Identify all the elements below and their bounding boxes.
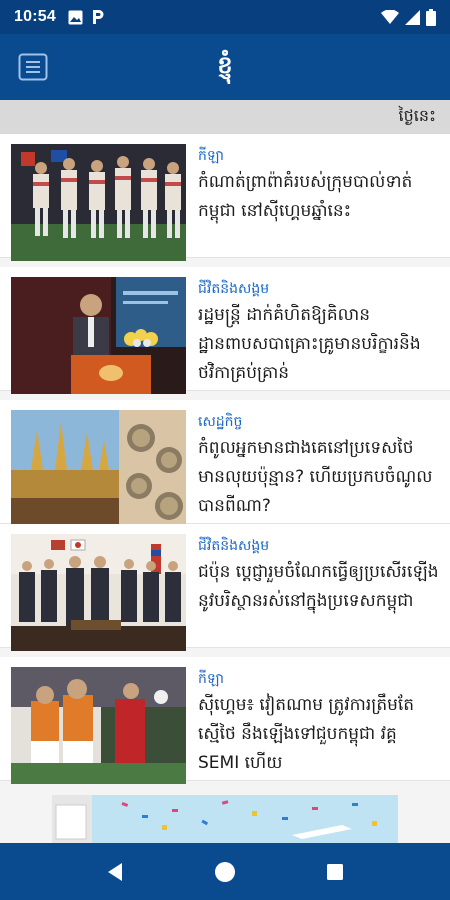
article-category: ជីវិតនិងសង្គម [198,538,270,554]
article-thumbnail [11,667,186,784]
article-thumbnail [11,534,186,651]
article-category: ជីវិតនិងសង្គម [198,281,270,297]
article-card[interactable]: ជីវិតនិងសង្គម ជប៉ុន ប្តេជ្ញារួមចំណែកធ្វើ… [0,524,450,651]
status-right-icons [381,8,436,26]
article-category: កីឡា [198,671,224,687]
article-thumbnail [11,277,186,394]
article-headline[interactable]: ស៊ីហ្គេម៖ វៀតណាម ត្រូវការត្រឹមតែស្មើថៃ ន… [198,691,440,778]
wifi-icon [381,10,399,24]
image-icon [68,10,83,25]
home-icon [215,861,235,882]
parking-icon [91,9,105,25]
article-thumbnail [11,144,186,261]
article-card[interactable]: កីឡា ស៊ីហ្គេម៖ វៀតណាម ត្រូវការត្រឹមតែស្ម… [0,657,450,784]
date-label: ថ្ងៃនេះ [398,106,437,125]
recents-icon [327,863,343,880]
article-thumbnail [11,410,186,527]
app-title: ខ្ញុំ [217,50,233,79]
article-headline[interactable]: ជប៉ុន ប្តេជ្ញារួមចំណែកធ្វើឲ្យប្រសើរឡើងនូ… [198,558,440,616]
signal-icon [405,9,420,25]
battery-icon [426,8,436,26]
back-button[interactable] [95,852,135,892]
article-headline[interactable]: កំណាត់ព្រាព៉ាគំរបស់ក្រុមបាល់ទាត់កម្ពុជា … [198,168,440,226]
signing-ceremony-photo [11,534,186,651]
home-button[interactable] [205,852,245,892]
article-headline[interactable]: រដ្ឋមន្ត្រី ដាក់គំហិតឱ្យគិលានដ្ឋានពាបសបា… [198,301,440,388]
article-category: សេដ្ឋកិច្ច [198,414,243,430]
date-strip: ថ្ងៃនេះ [0,100,450,134]
article-category: កីឡា [198,148,224,164]
article-card[interactable]: សេដ្ឋកិច្ច កំពូលអ្នកមានជាងគេនៅប្រទេសថៃ ម… [0,400,450,527]
article-card[interactable]: ជីវិតនិងសង្គម រដ្ឋមន្ត្រី ដាក់គំហិតឱ្យគិ… [0,267,450,394]
minister-podium-photo [11,277,186,394]
status-time: 10:54 [14,8,56,25]
app-bar: ខ្ញុំ [0,34,450,100]
back-icon [108,862,122,881]
article-headline[interactable]: កំពូលអ្នកមានជាងគេនៅប្រទេសថៃ មានលុយប៉ុន្ម… [198,434,440,521]
system-nav-bar [0,843,450,900]
ad-banner[interactable] [52,795,398,843]
news-feed[interactable]: កីឡា កំណាត់ព្រាព៉ាគំរបស់ក្រុមបាល់ទាត់កម្… [0,134,450,843]
status-bar: 10:54 [0,0,450,34]
menu-icon [18,53,48,81]
promo-banner [52,795,398,843]
thai-temple-coins-photo [11,410,186,527]
article-card[interactable]: កីឡា កំណាត់ព្រាព៉ាគំរបស់ក្រុមបាល់ទាត់កម្… [0,134,450,261]
status-left-icons [68,9,105,25]
menu-button[interactable] [18,53,48,81]
football-match-photo [11,667,186,784]
football-team-photo [11,144,186,261]
recents-button[interactable] [315,852,355,892]
